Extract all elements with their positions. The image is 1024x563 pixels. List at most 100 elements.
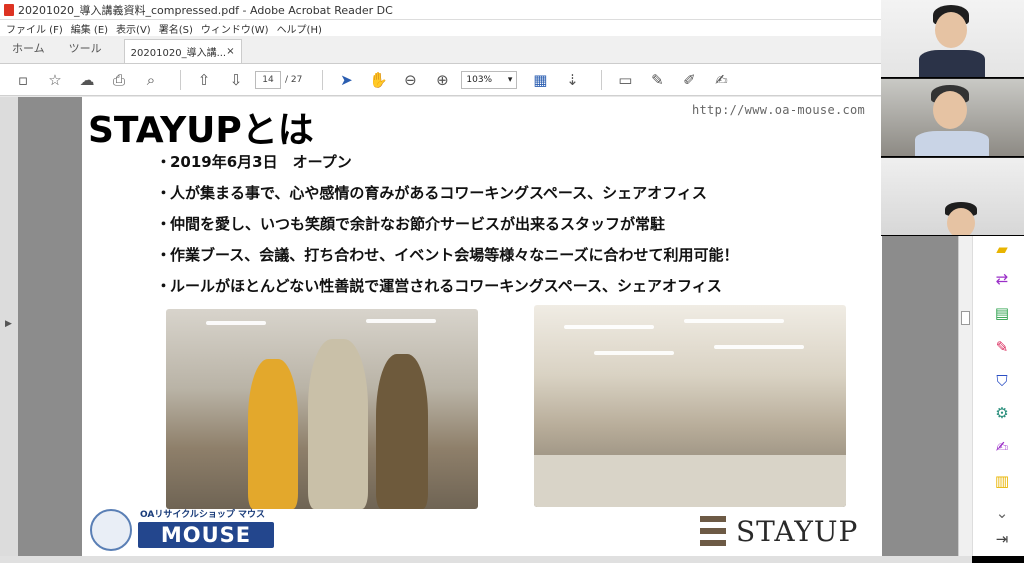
stayup-mark-icon	[700, 516, 726, 546]
fill-sign-icon[interactable]: ✍	[708, 68, 734, 92]
video-call-panel	[881, 0, 1024, 236]
stayup-logo: STAYUP	[700, 511, 878, 551]
tab-document-label: 20201020_導入講...	[130, 48, 227, 59]
title-bar: 20201020_導入講義資料_compressed.pdf - Adobe A…	[0, 0, 881, 20]
ceiling-light	[366, 319, 436, 323]
bullet-text: 仲間を愛し、いつも笑顔で余計なお節介サービスが出来るスタッフが常駐	[170, 215, 666, 233]
menu-help[interactable]: ヘルプ(H)	[277, 21, 322, 36]
bullet-text: 人が集まる事で、心や感情の育みがあるコワーキングスペース、シェアオフィス	[170, 184, 707, 202]
bullet-text: 作業ブース、会議、打ち合わせ、イベント会場等様々なニーズに合わせて利用可能！	[170, 246, 739, 264]
chevron-down-icon: ▾	[507, 74, 513, 85]
bookmark-star-icon[interactable]: ☆	[42, 68, 68, 92]
participant-shirt	[919, 50, 985, 77]
bullet-text: 2019年6月3日 オープン	[170, 153, 352, 171]
tab-document[interactable]: 20201020_導入講... ×	[123, 39, 242, 63]
page-indicator: 14 / 27	[255, 70, 303, 89]
ceiling-light	[564, 325, 654, 329]
tab-tools[interactable]: ツール	[57, 40, 114, 63]
bullet-list: ・2019年6月3日 オープン ・人が集まる事で、心や感情の育みがあるコワーキン…	[156, 151, 739, 306]
participant-face	[947, 208, 975, 235]
page-up-icon[interactable]: ⇧	[191, 68, 217, 92]
toolbar-divider	[180, 69, 181, 90]
left-panel-collapsed[interactable]: ▶	[0, 97, 18, 556]
mouse-logo: OAリサイクルショップ マウス MOUSE	[90, 507, 278, 555]
fill-sign-tool-icon[interactable]: ✎	[993, 338, 1011, 356]
tab-home[interactable]: ホーム	[0, 40, 57, 63]
list-item: ・2019年6月3日 オープン	[156, 151, 739, 182]
cloud-upload-icon[interactable]: ☁	[74, 68, 100, 92]
participant-video	[881, 158, 1024, 236]
highlight-pen-icon[interactable]: ✎	[644, 68, 670, 92]
comment-icon[interactable]: ▭	[612, 68, 638, 92]
comment-tool-icon[interactable]: ▰	[993, 240, 1011, 258]
participant-face	[935, 12, 967, 48]
zoom-out-icon[interactable]: ⊖	[397, 68, 423, 92]
tab-bar: ホーム ツール 20201020_導入講... ×	[0, 36, 881, 64]
person-figure	[308, 339, 368, 509]
bullet-mark: ・	[156, 246, 172, 264]
select-cursor-icon[interactable]: ➤	[333, 68, 359, 92]
mouse-logo-wordmark: MOUSE	[138, 522, 274, 548]
list-item: ・作業ブース、会議、打ち合わせ、イベント会場等様々なニーズに合わせて利用可能！	[156, 244, 739, 275]
page-total: 27	[290, 74, 303, 85]
window-title: 20201020_導入講義資料_compressed.pdf - Adobe A…	[18, 3, 393, 17]
person-figure	[376, 354, 428, 509]
toolbar-divider	[322, 69, 324, 90]
toolbar-divider	[601, 69, 603, 90]
bullet-mark: ・	[156, 215, 172, 233]
scroll-thumb[interactable]	[961, 311, 970, 325]
scroll-mode-icon[interactable]: ⇣	[559, 68, 585, 92]
bullet-mark: ・	[156, 277, 172, 295]
zoom-in-icon[interactable]: ⊕	[429, 68, 455, 92]
slide-heading: STAYUPとは	[88, 110, 314, 151]
close-icon[interactable]: ×	[226, 46, 234, 57]
horizontal-scrollbar[interactable]	[0, 556, 972, 563]
more-tools-icon[interactable]: ▥	[993, 472, 1011, 490]
print-icon[interactable]: ⎙	[106, 68, 132, 92]
right-tools-pane: ▰ ⇄ ▤ ✎ ⛉ ⚙ ✍ ▥ ⌄ ⇥	[972, 236, 1024, 556]
bullet-mark: ・	[156, 153, 172, 171]
menu-window[interactable]: ウィンドウ(W)	[201, 21, 269, 36]
participant-video	[881, 79, 1024, 157]
create-pdf-icon[interactable]: ▤	[993, 304, 1011, 322]
document-viewport[interactable]: ▶ http://www.oa-mouse.com STAYUPとは ・2019…	[0, 97, 961, 556]
save-icon[interactable]: ▫	[10, 68, 36, 92]
optimize-icon[interactable]: ⚙	[993, 404, 1011, 422]
export-pdf-icon[interactable]: ⇄	[993, 270, 1011, 288]
bullet-mark: ・	[156, 184, 172, 202]
toolbar: ▫ ☆ ☁ ⎙ ⌕ ⇧ ⇩ 14 / 27 ➤ ✋ ⊖ ⊕ 103% ▾ ▦ ⇣…	[0, 64, 881, 96]
sign-pen-icon[interactable]: ✍	[993, 438, 1011, 456]
zoom-value: 103%	[466, 74, 493, 85]
hand-tool-icon[interactable]: ✋	[365, 68, 391, 92]
page-display-icon[interactable]: ▦	[527, 68, 553, 92]
participant-shirt	[915, 131, 989, 156]
menu-sign[interactable]: 署名(S)	[159, 21, 193, 36]
draw-icon[interactable]: ✐	[676, 68, 702, 92]
list-item: ・仲間を愛し、いつも笑顔で余計なお節介サービスが出来るスタッフが常駐	[156, 213, 739, 244]
zoom-select[interactable]: 103% ▾	[461, 70, 518, 89]
menu-file[interactable]: ファイル (F)	[6, 21, 63, 36]
slide-url: http://www.oa-mouse.com	[692, 103, 866, 117]
protect-shield-icon[interactable]: ⛉	[993, 372, 1011, 390]
expand-panel-icon[interactable]: ▶	[5, 319, 12, 329]
person-figure	[248, 359, 298, 509]
stayup-wordmark: STAYUP	[736, 514, 859, 548]
pdf-page: http://www.oa-mouse.com STAYUPとは ・2019年6…	[82, 97, 882, 556]
chevron-down-icon[interactable]: ⌄	[993, 504, 1011, 522]
participant-face	[933, 91, 967, 129]
acrobat-window: 20201020_導入講義資料_compressed.pdf - Adobe A…	[0, 0, 961, 563]
menu-edit[interactable]: 編集 (E)	[71, 21, 108, 36]
page-number-input[interactable]: 14	[255, 70, 281, 89]
ceiling-light	[714, 345, 804, 349]
page-down-icon[interactable]: ⇩	[223, 68, 249, 92]
ceiling-light	[684, 319, 784, 323]
acrobat-icon	[4, 3, 14, 16]
ceiling-light	[206, 321, 266, 325]
participant-video	[881, 0, 1024, 78]
office-photo	[534, 305, 846, 507]
ceiling-light	[594, 351, 674, 355]
menu-view[interactable]: 表示(V)	[116, 21, 151, 36]
list-item: ・人が集まる事で、心や感情の育みがあるコワーキングスペース、シェアオフィス	[156, 182, 739, 213]
search-icon[interactable]: ⌕	[138, 68, 164, 92]
collapse-pane-icon[interactable]: ⇥	[993, 530, 1011, 548]
